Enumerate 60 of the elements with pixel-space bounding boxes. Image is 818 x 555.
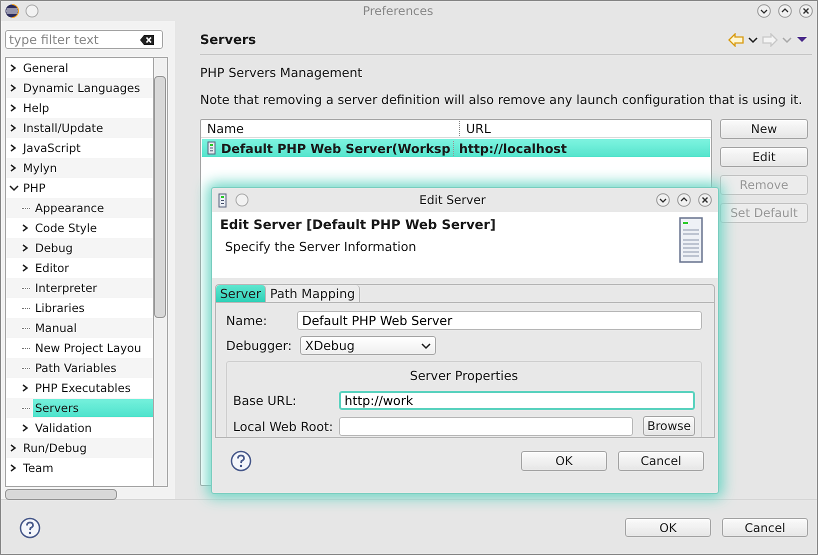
tree-item[interactable]: New Project Layou [33,339,144,357]
tree-item[interactable]: Validation [33,419,94,437]
web-root-field[interactable] [338,416,634,436]
close-icon[interactable] [698,193,712,207]
tree-item[interactable]: Code Style [33,219,99,237]
tree-item[interactable]: JavaScript [21,139,83,157]
tree-item[interactable]: Editor [33,259,72,277]
tree-item[interactable]: PHP Executables [33,379,133,397]
field-label: Name: [226,313,268,328]
column-header[interactable]: Name [201,121,460,136]
tab[interactable]: Server [216,285,266,302]
help-icon[interactable] [230,450,252,472]
base-url-field[interactable]: http://work [338,391,695,410]
group-title: Server Properties [408,368,520,383]
minimize-icon[interactable] [757,4,771,18]
maximize-icon[interactable] [778,4,792,18]
name-field[interactable]: Default PHP Web Server [296,311,702,330]
dialog-button[interactable]: Cancel [722,518,808,537]
action-button[interactable]: New [720,119,808,139]
clear-icon[interactable] [139,34,155,46]
tree-item[interactable]: PHP [21,179,48,197]
tab[interactable]: Path Mapping [266,285,360,302]
dialog-heading: Edit Server [Default PHP Web Server] [220,218,496,233]
close-icon[interactable] [799,4,813,18]
app-icon [5,4,19,18]
table-row[interactable]: Default PHP Web Server(Worksp http://localhost [202,139,710,157]
browse-button[interactable]: Browse [643,416,695,436]
filter-field[interactable]: type filter text [5,30,163,49]
page-title: Servers [200,32,256,48]
section-label: PHP Servers Management [200,65,364,80]
dropdown-icon[interactable] [748,35,758,45]
field-label: Local Web Root: [233,418,334,434]
note-text: Note that removing a server definition will also remove any launch configuration that is using it. [200,92,804,107]
maximize-icon[interactable] [677,193,691,207]
table-cell-text: http://localhost [458,140,567,156]
dialog-button[interactable]: OK [521,451,607,471]
tree-item[interactable]: Team [21,459,56,477]
chevron-icon[interactable] [421,340,431,350]
tree-item[interactable]: Libraries [33,299,87,317]
minimize-icon[interactable] [656,193,670,207]
dialog-description: Specify the Server Information [225,239,418,254]
action-button[interactable]: Edit [720,147,808,167]
table-cell: Default PHP Web Server(Worksp [221,140,450,156]
debugger-dropdown[interactable]: XDebug [300,336,436,355]
server-icon [218,192,227,208]
dialog-title: Edit Server [418,193,487,207]
help-icon[interactable] [19,516,41,538]
field-label: Debugger: [226,338,293,353]
expanded-icon[interactable] [7,183,21,193]
column-header[interactable]: URL [460,121,491,136]
menu-icon[interactable] [796,35,808,45]
tree-item[interactable]: Servers [33,399,152,417]
dialog-button[interactable]: OK [625,518,711,537]
tree-item[interactable]: General [21,59,70,77]
window-title: Preferences [362,4,434,18]
tree-item[interactable]: Help [21,99,52,117]
scrollbar[interactable] [152,57,168,487]
field-label: Base URL: [233,393,298,408]
server-icon [207,141,216,155]
dialog-button[interactable]: Cancel [618,451,704,471]
